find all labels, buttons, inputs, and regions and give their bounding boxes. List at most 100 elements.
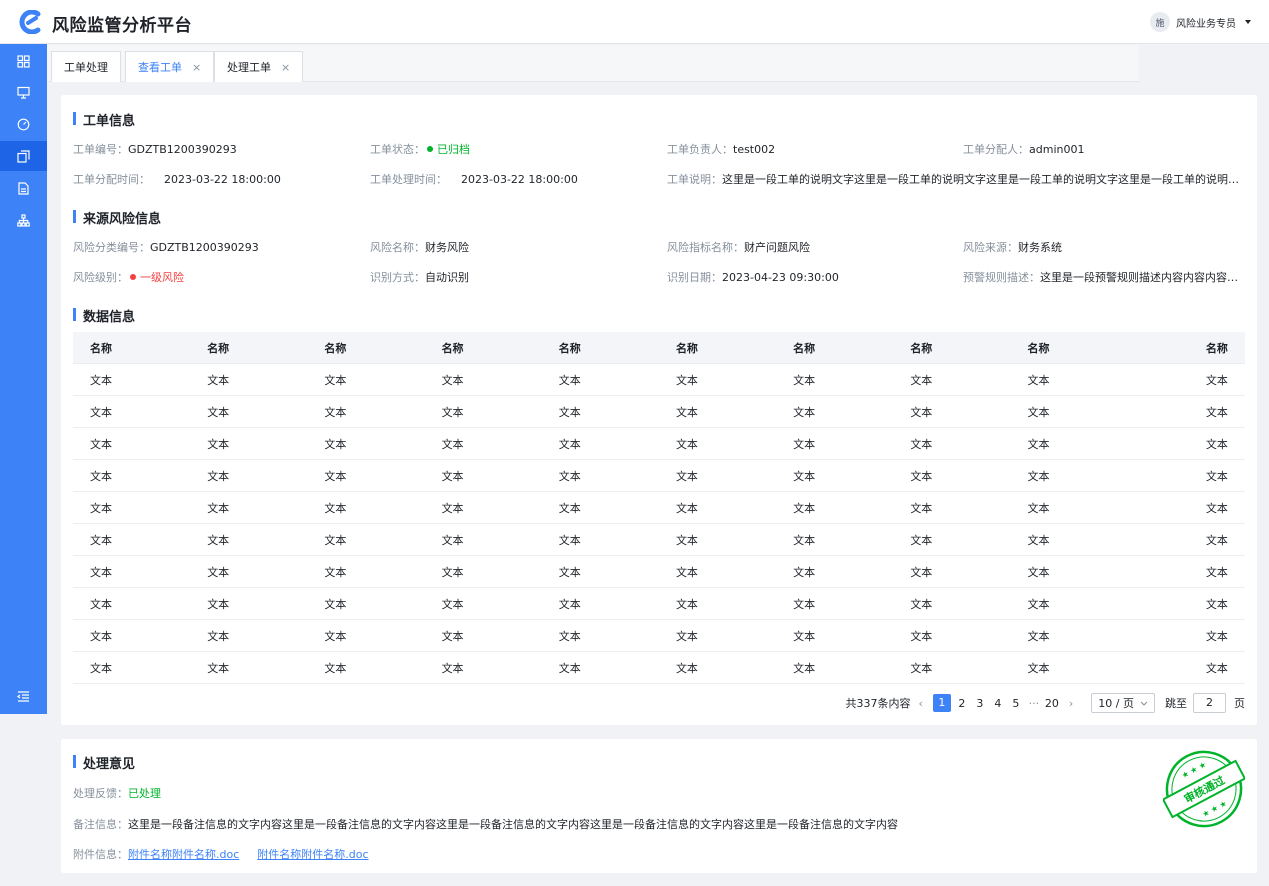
field-work-order-status: 工单状态： 已归档 [370, 143, 470, 156]
table-cell: 文本 [558, 661, 581, 675]
table-cell: 文本 [910, 597, 933, 611]
table-cell: 文本 [324, 405, 347, 419]
table-cell: 文本 [675, 469, 698, 483]
field-work-order-assigner: 工单分配人：admin001 [963, 143, 1085, 156]
next-page-button[interactable]: › [1069, 697, 1073, 710]
page-size-select[interactable]: 10 / 页 [1091, 693, 1155, 713]
sidebar-item-file[interactable] [0, 173, 47, 203]
table-cell: 文本 [207, 469, 230, 483]
table-cell: 文本 [207, 661, 230, 675]
table-cell: 文本 [324, 597, 347, 611]
table-cell: 文本 [441, 565, 464, 579]
field-work-order-desc: 工单说明：这里是一段工单的说明文字这里是一段工单的说明文字这里是一段工单的说明文… [667, 173, 1245, 186]
sidebar-item-monitor[interactable] [0, 77, 47, 107]
table-cell: 文本 [441, 629, 464, 643]
page-ellipsis[interactable]: ··· [1027, 697, 1041, 710]
column-header: 名称 [90, 341, 112, 355]
table-cell: 文本 [558, 373, 581, 387]
table-cell: 文本 [1205, 437, 1228, 451]
table-cell: 文本 [207, 629, 230, 643]
table-cell: 文本 [558, 533, 581, 547]
tab-view-work-order[interactable]: 查看工单 × [125, 51, 215, 82]
table-cell: 文本 [1205, 533, 1228, 547]
table-cell: 文本 [910, 533, 933, 547]
table-cell: 文本 [675, 597, 698, 611]
sidebar-item-grid[interactable] [0, 46, 47, 76]
page-button[interactable]: 2 [955, 697, 969, 710]
pagination: 共337条内容 ‹ 1 2 3 4 5 ··· 20 › 10 / 页 跳至 2… [845, 693, 1245, 713]
table-cell: 文本 [441, 469, 464, 483]
table-cell: 文本 [90, 597, 112, 611]
attachment-link[interactable]: 附件名称附件名称.doc [128, 848, 239, 861]
column-header: 名称 [207, 341, 230, 355]
tab-handle-work-order[interactable]: 处理工单 × [214, 51, 304, 82]
field-risk-rule: 预警规则描述：这里是一段预警规则描述内容内容内容内容内容 [963, 271, 1245, 284]
table-cell: 文本 [90, 437, 112, 451]
table-cell: 文本 [910, 469, 933, 483]
jump-input[interactable]: 2 [1193, 693, 1226, 713]
close-icon[interactable]: × [281, 61, 290, 74]
table-cell: 文本 [558, 501, 581, 515]
table-cell: 文本 [207, 437, 230, 451]
close-icon[interactable]: × [192, 61, 201, 74]
table-cell: 文本 [324, 629, 347, 643]
table-cell: 文本 [675, 533, 698, 547]
dashboard-icon [17, 118, 30, 130]
prev-page-button[interactable]: ‹ [918, 697, 922, 710]
table-cell: 文本 [793, 501, 816, 515]
field-work-order-owner: 工单负责人：test002 [667, 143, 776, 156]
table-cell: 文本 [675, 661, 698, 675]
approved-stamp: 审核通过 ★ ★ ★ ★ ★ ★ [1163, 750, 1245, 828]
table-cell: 文本 [90, 373, 112, 387]
sidebar-item-copy[interactable] [0, 141, 47, 171]
tab-label: 工单处理 [64, 61, 108, 74]
user-menu[interactable]: 施 风险业务专员 [1150, 12, 1251, 32]
section-title-opinion: 处理意见 [73, 753, 135, 772]
opinion-card: 处理意见 处理反馈：已处理 备注信息：这里是一段备注信息的文字内容这里是一段备注… [61, 739, 1257, 873]
tab-work-order-process[interactable]: 工单处理 [51, 51, 121, 82]
page-button[interactable]: 20 [1045, 697, 1059, 710]
table-row: 文本 文本 文本 文本 文本 文本 文本 文本 文本 文本 [73, 524, 1245, 556]
table-cell: 文本 [441, 405, 464, 419]
page-button[interactable]: 5 [1009, 697, 1023, 710]
table-cell: 文本 [1027, 597, 1050, 611]
page-button[interactable]: 1 [932, 694, 951, 712]
page-button[interactable]: 4 [991, 697, 1005, 710]
table-cell: 文本 [90, 501, 112, 515]
chevron-down-icon [1140, 701, 1148, 706]
grid-icon [17, 54, 30, 68]
table-row: 文本 文本 文本 文本 文本 文本 文本 文本 文本 文本 [73, 364, 1245, 396]
field-risk-method: 识别方式：自动识别 [370, 271, 469, 284]
table-row: 文本 文本 文本 文本 文本 文本 文本 文本 文本 文本 [73, 620, 1245, 652]
table-cell: 文本 [910, 437, 933, 451]
sidebar-item-org[interactable] [0, 205, 47, 235]
column-header: 名称 [675, 341, 698, 355]
table-cell: 文本 [441, 373, 464, 387]
table-cell: 文本 [910, 565, 933, 579]
attachment-link[interactable]: 附件名称附件名称.doc [257, 848, 368, 861]
section-title-work-order: 工单信息 [73, 110, 135, 129]
level-dot [130, 274, 136, 280]
table-cell: 文本 [1027, 661, 1050, 675]
table-cell: 文本 [1027, 533, 1050, 547]
table-cell: 文本 [1027, 629, 1050, 643]
data-table: 名称 名称 名称 名称 名称 名称 名称 名称 名称 名称 文本 文本 文本 文本 文本 文本 文本 文本 文本文… [73, 332, 1245, 684]
sidebar-item-dashboard[interactable] [0, 109, 47, 139]
logo-icon [19, 10, 41, 34]
file-icon [18, 181, 29, 195]
table-cell: 文本 [558, 629, 581, 643]
table-row: 文本 文本 文本 文本 文本 文本 文本 文本 文本 文本 [73, 588, 1245, 620]
table-cell: 文本 [793, 437, 816, 451]
page-button[interactable]: 3 [973, 697, 987, 710]
table-cell: 文本 [90, 565, 112, 579]
field-assign-time: 工单分配时间： 2023-03-22 18:00:00 [73, 173, 281, 186]
sidebar [0, 44, 47, 714]
field-risk-class-no: 风险分类编号：GDZTB1200390293 [73, 241, 259, 254]
table-cell: 文本 [324, 501, 347, 515]
user-name: 风险业务专员 [1176, 18, 1236, 30]
collapse-menu-button[interactable] [0, 681, 47, 711]
tab-label: 查看工单 [138, 61, 182, 74]
table-cell: 文本 [324, 565, 347, 579]
table-cell: 文本 [1205, 661, 1228, 675]
table-cell: 文本 [441, 597, 464, 611]
